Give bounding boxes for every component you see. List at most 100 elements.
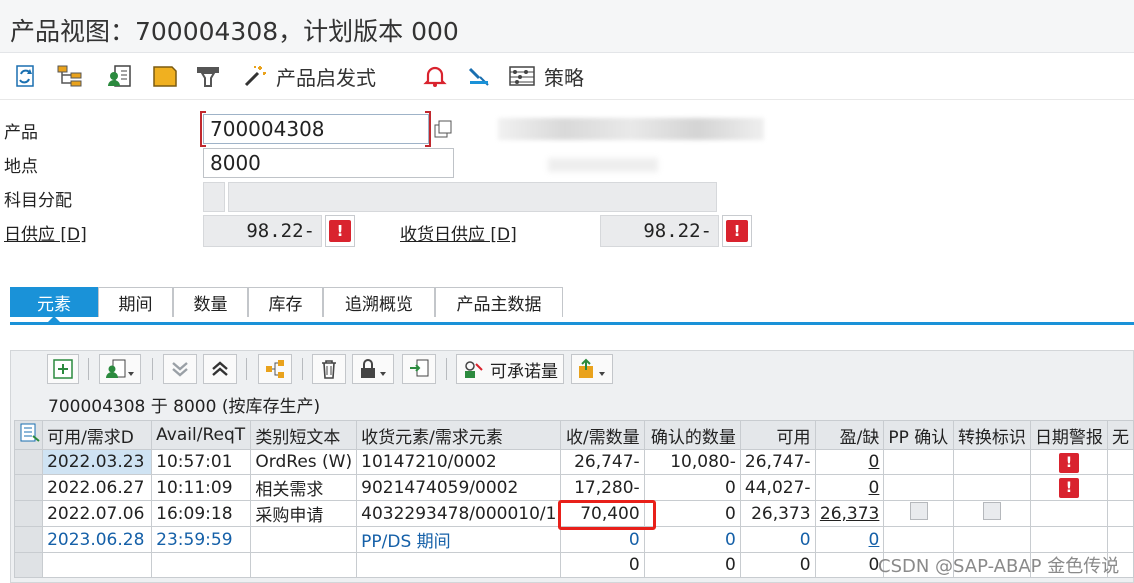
column-header[interactable]: 可用 <box>739 420 816 450</box>
element-cell[interactable]: 9021474059/0002 <box>356 474 562 501</box>
date-cell[interactable]: 2022.03.23 <box>42 449 153 475</box>
export-button[interactable] <box>571 354 613 384</box>
alerts-button[interactable] <box>420 61 450 91</box>
table-row[interactable]: 2023.06.28 23:59:59 PP/DS 期间 0 0 0 0 <box>13 526 1134 553</box>
time-cell: 23:59:59 <box>151 526 252 553</box>
expand-down-button[interactable] <box>163 354 197 384</box>
focus-bracket-right <box>425 111 431 147</box>
date-alert-cell[interactable]: ! <box>1029 474 1108 501</box>
receipt-days-supply-alert[interactable]: ! <box>722 215 752 247</box>
row-selector[interactable] <box>13 526 44 553</box>
available-cell: 0 <box>739 552 816 578</box>
copy-button[interactable] <box>432 116 454 142</box>
date-alert-cell[interactable]: ! <box>1029 449 1108 475</box>
days-supply-alert[interactable]: ! <box>325 215 355 247</box>
column-header[interactable]: 确认的数量 <box>643 420 741 450</box>
strategy-button[interactable]: 策略 <box>508 61 598 91</box>
element-cell[interactable]: PP/DS 期间 <box>356 526 562 553</box>
empty-cell <box>1106 526 1134 553</box>
product-label: 产品 <box>4 123 38 143</box>
delete-button[interactable] <box>312 354 346 384</box>
date-cell[interactable]: 2022.07.06 <box>42 500 153 527</box>
toolbar-separator <box>246 358 247 380</box>
lock-button[interactable] <box>352 354 394 384</box>
column-header[interactable]: PP 确认 <box>883 420 954 450</box>
column-header[interactable]: 收/需数量 <box>560 420 645 450</box>
table-row[interactable]: 2022.06.27 10:11:09 相关需求 9021474059/0002… <box>13 474 1134 501</box>
atp-button[interactable]: 可承诺量 <box>456 354 564 384</box>
column-header[interactable]: 无 <box>1106 420 1134 450</box>
tab-elements[interactable]: 元素 <box>10 287 98 317</box>
layout-select-cell[interactable] <box>13 420 44 450</box>
surplus-link[interactable]: 0 <box>814 449 885 475</box>
element-cell[interactable]: 10147210/0002 <box>356 449 562 475</box>
alert-icon: ! <box>1058 478 1079 498</box>
watermark: CSDN @SAP-ABAP 金色传说 <box>878 556 1120 577</box>
expand-down-icon <box>172 362 188 377</box>
confirmed-cell: 0 <box>643 500 741 527</box>
tab-product-master[interactable]: 产品主数据 <box>435 287 563 317</box>
surplus-link[interactable]: 0 <box>814 526 885 553</box>
atp-label: 可承诺量 <box>490 361 558 382</box>
location-input[interactable]: 8000 <box>203 148 454 178</box>
column-header[interactable]: 日期警报 <box>1029 420 1108 450</box>
category-cell: OrdRes (W) <box>250 449 358 475</box>
column-header[interactable]: 盈/缺 <box>814 420 885 450</box>
tab-label: 元素 <box>37 295 71 315</box>
user-list-button[interactable] <box>105 61 135 91</box>
refresh-button[interactable] <box>10 61 40 91</box>
pp-confirm-checkbox[interactable] <box>909 502 928 520</box>
product-input[interactable]: 700004308 <box>203 114 429 144</box>
user-detail-icon <box>106 359 134 378</box>
product-heuristic-label: 产品启发式 <box>276 65 376 90</box>
date-cell[interactable]: 2022.06.27 <box>42 474 153 501</box>
folder-button[interactable] <box>150 61 180 91</box>
network-button[interactable] <box>258 354 292 384</box>
tab-label: 数量 <box>193 295 228 315</box>
date-cell[interactable] <box>42 552 153 578</box>
days-supply-label[interactable]: 日供应 [D] <box>4 220 87 245</box>
category-cell <box>250 526 358 553</box>
empty-cell <box>1106 474 1134 501</box>
column-header[interactable]: 类别短文本 <box>250 420 358 450</box>
surplus-cell: 0 <box>814 552 885 578</box>
collapse-up-button[interactable] <box>203 354 237 384</box>
column-header[interactable]: 可用/需求D <box>42 420 153 450</box>
product-heuristic-button[interactable]: 产品启发式 <box>242 61 392 91</box>
confirmed-cell: 0 <box>643 526 741 553</box>
active-tab-pointer <box>47 316 61 323</box>
tab-stock[interactable]: 库存 <box>248 287 323 317</box>
surplus-link[interactable]: 26,373 <box>814 500 885 527</box>
date-cell[interactable]: 2023.06.28 <box>42 526 153 553</box>
tab-quantities[interactable]: 数量 <box>173 287 248 317</box>
transfer-button[interactable] <box>402 354 436 384</box>
column-header[interactable]: 转换标识 <box>952 420 1031 450</box>
row-selector[interactable] <box>13 474 44 501</box>
column-header[interactable]: Avail/ReqT <box>151 420 252 450</box>
conversion-checkbox[interactable] <box>982 502 1001 520</box>
tab-pegging-overview[interactable]: 追溯概览 <box>323 287 435 317</box>
element-cell[interactable] <box>356 552 562 578</box>
table-row[interactable]: 2022.03.23 10:57:01 OrdRes (W) 10147210/… <box>13 449 1134 475</box>
user-detail-button[interactable] <box>99 354 141 384</box>
element-cell[interactable]: 4032293478/000010/1 <box>356 500 562 527</box>
grid-caption: 700004308 于 8000 (按库存生产) <box>48 397 321 417</box>
tools-button[interactable] <box>465 61 495 91</box>
tab-periods[interactable]: 期间 <box>98 287 173 317</box>
tab-underline <box>10 322 1134 325</box>
filter-button[interactable] <box>193 61 223 91</box>
row-selector[interactable] <box>13 500 44 527</box>
column-header[interactable]: 收货元素/需求元素 <box>356 420 562 450</box>
pp-confirm-cell <box>883 526 954 553</box>
tab-label: 追溯概览 <box>345 295 413 315</box>
tab-label: 库存 <box>268 295 303 315</box>
network-icon <box>266 360 284 378</box>
row-selector[interactable] <box>13 449 44 475</box>
hierarchy-button[interactable] <box>55 61 85 91</box>
receipt-days-supply-label[interactable]: 收货日供应 [D] <box>400 220 517 245</box>
surplus-link[interactable]: 0 <box>814 474 885 501</box>
row-selector[interactable] <box>13 552 44 578</box>
confirmed-cell: 10,080- <box>643 449 741 475</box>
add-row-button[interactable] <box>47 354 79 384</box>
receipt-days-supply-value: 98.22- <box>600 215 719 247</box>
